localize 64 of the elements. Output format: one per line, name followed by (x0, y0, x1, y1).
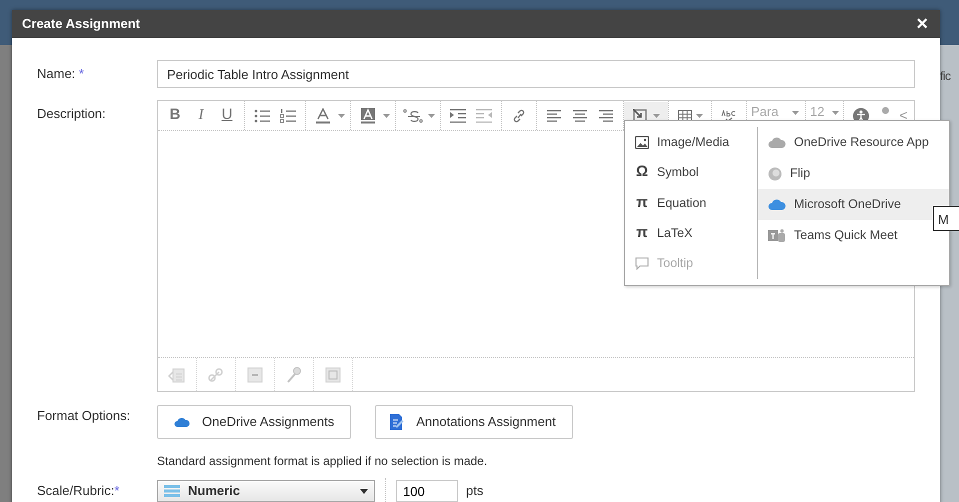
background-text: fic (940, 68, 950, 85)
source-icon (168, 366, 186, 384)
spellcheck-icon (721, 110, 737, 122)
image-icon (635, 136, 649, 149)
speech-bubble-icon (635, 257, 649, 270)
highlight-color-icon (361, 108, 375, 124)
menu-item[interactable]: OneDrive Resource App (758, 127, 949, 158)
align-right-icon (599, 110, 613, 122)
scale-select[interactable]: Numeric (157, 480, 375, 502)
menu-item[interactable]: Image/Media (625, 127, 757, 158)
numbered-list-icon (280, 108, 296, 122)
cloud-icon (768, 199, 786, 210)
caret-icon (696, 114, 702, 118)
symbol-icon: π (635, 222, 649, 245)
document-icon (390, 414, 404, 430)
points-field[interactable]: 100 (396, 480, 458, 502)
cloud-icon (174, 417, 190, 427)
table-icon (678, 110, 692, 122)
close-button[interactable]: × (914, 14, 930, 34)
menu-item[interactable]: Flip (758, 158, 949, 189)
caret-icon (792, 110, 800, 115)
caret-icon (832, 110, 840, 115)
status-dot (882, 107, 890, 114)
align-center-icon (573, 110, 587, 122)
tooltip: M (933, 206, 959, 231)
menu-item[interactable]: π LaTeX (625, 218, 757, 249)
team-icon (768, 229, 786, 242)
caret-icon (360, 488, 368, 494)
bold-button[interactable]: B (162, 102, 188, 130)
menu-item[interactable]: Ω Symbol (625, 157, 757, 188)
caret-icon (338, 114, 344, 118)
field-label: Description: (37, 106, 106, 121)
outdent-icon (476, 108, 492, 122)
field-label: Name: (37, 66, 76, 82)
bulleted-list-icon (254, 108, 270, 122)
field-label: Format Options: (37, 407, 132, 425)
field-label: Scale/Rubric: (37, 483, 114, 498)
link-icon (512, 108, 526, 122)
symbol-icon: Ω (635, 161, 649, 184)
cloud-icon (768, 137, 786, 148)
required-mark: * (114, 483, 120, 498)
chain-icon (207, 366, 225, 384)
strikethrough-icon (403, 108, 423, 122)
archive-icon (246, 366, 264, 384)
menu-item[interactable]: π Equation (625, 188, 757, 218)
hint-text: Standard assignment format is applied if no selection is made. (157, 453, 488, 470)
align-left-icon (547, 110, 561, 122)
italic-button[interactable]: I (188, 102, 214, 130)
dialog-title: Create Assignment (22, 15, 140, 34)
underline-button[interactable]: U (214, 102, 240, 130)
symbol-icon: π (635, 192, 649, 214)
caret-icon (652, 114, 660, 118)
name-field[interactable]: Periodic Table Intro Assignment (157, 60, 915, 88)
indent-icon (450, 108, 466, 122)
media-icon (324, 366, 342, 384)
chat-bubble-icon (768, 166, 782, 180)
format-button[interactable]: Annotations Assignment (375, 405, 573, 439)
unit-label: pts (466, 482, 484, 500)
font-color-icon (316, 108, 330, 124)
caret-icon (428, 114, 434, 118)
format-button[interactable]: OneDrive Assignments (157, 405, 352, 439)
required-mark: * (78, 66, 84, 82)
list-icon (164, 485, 180, 497)
caret-icon (382, 114, 390, 118)
